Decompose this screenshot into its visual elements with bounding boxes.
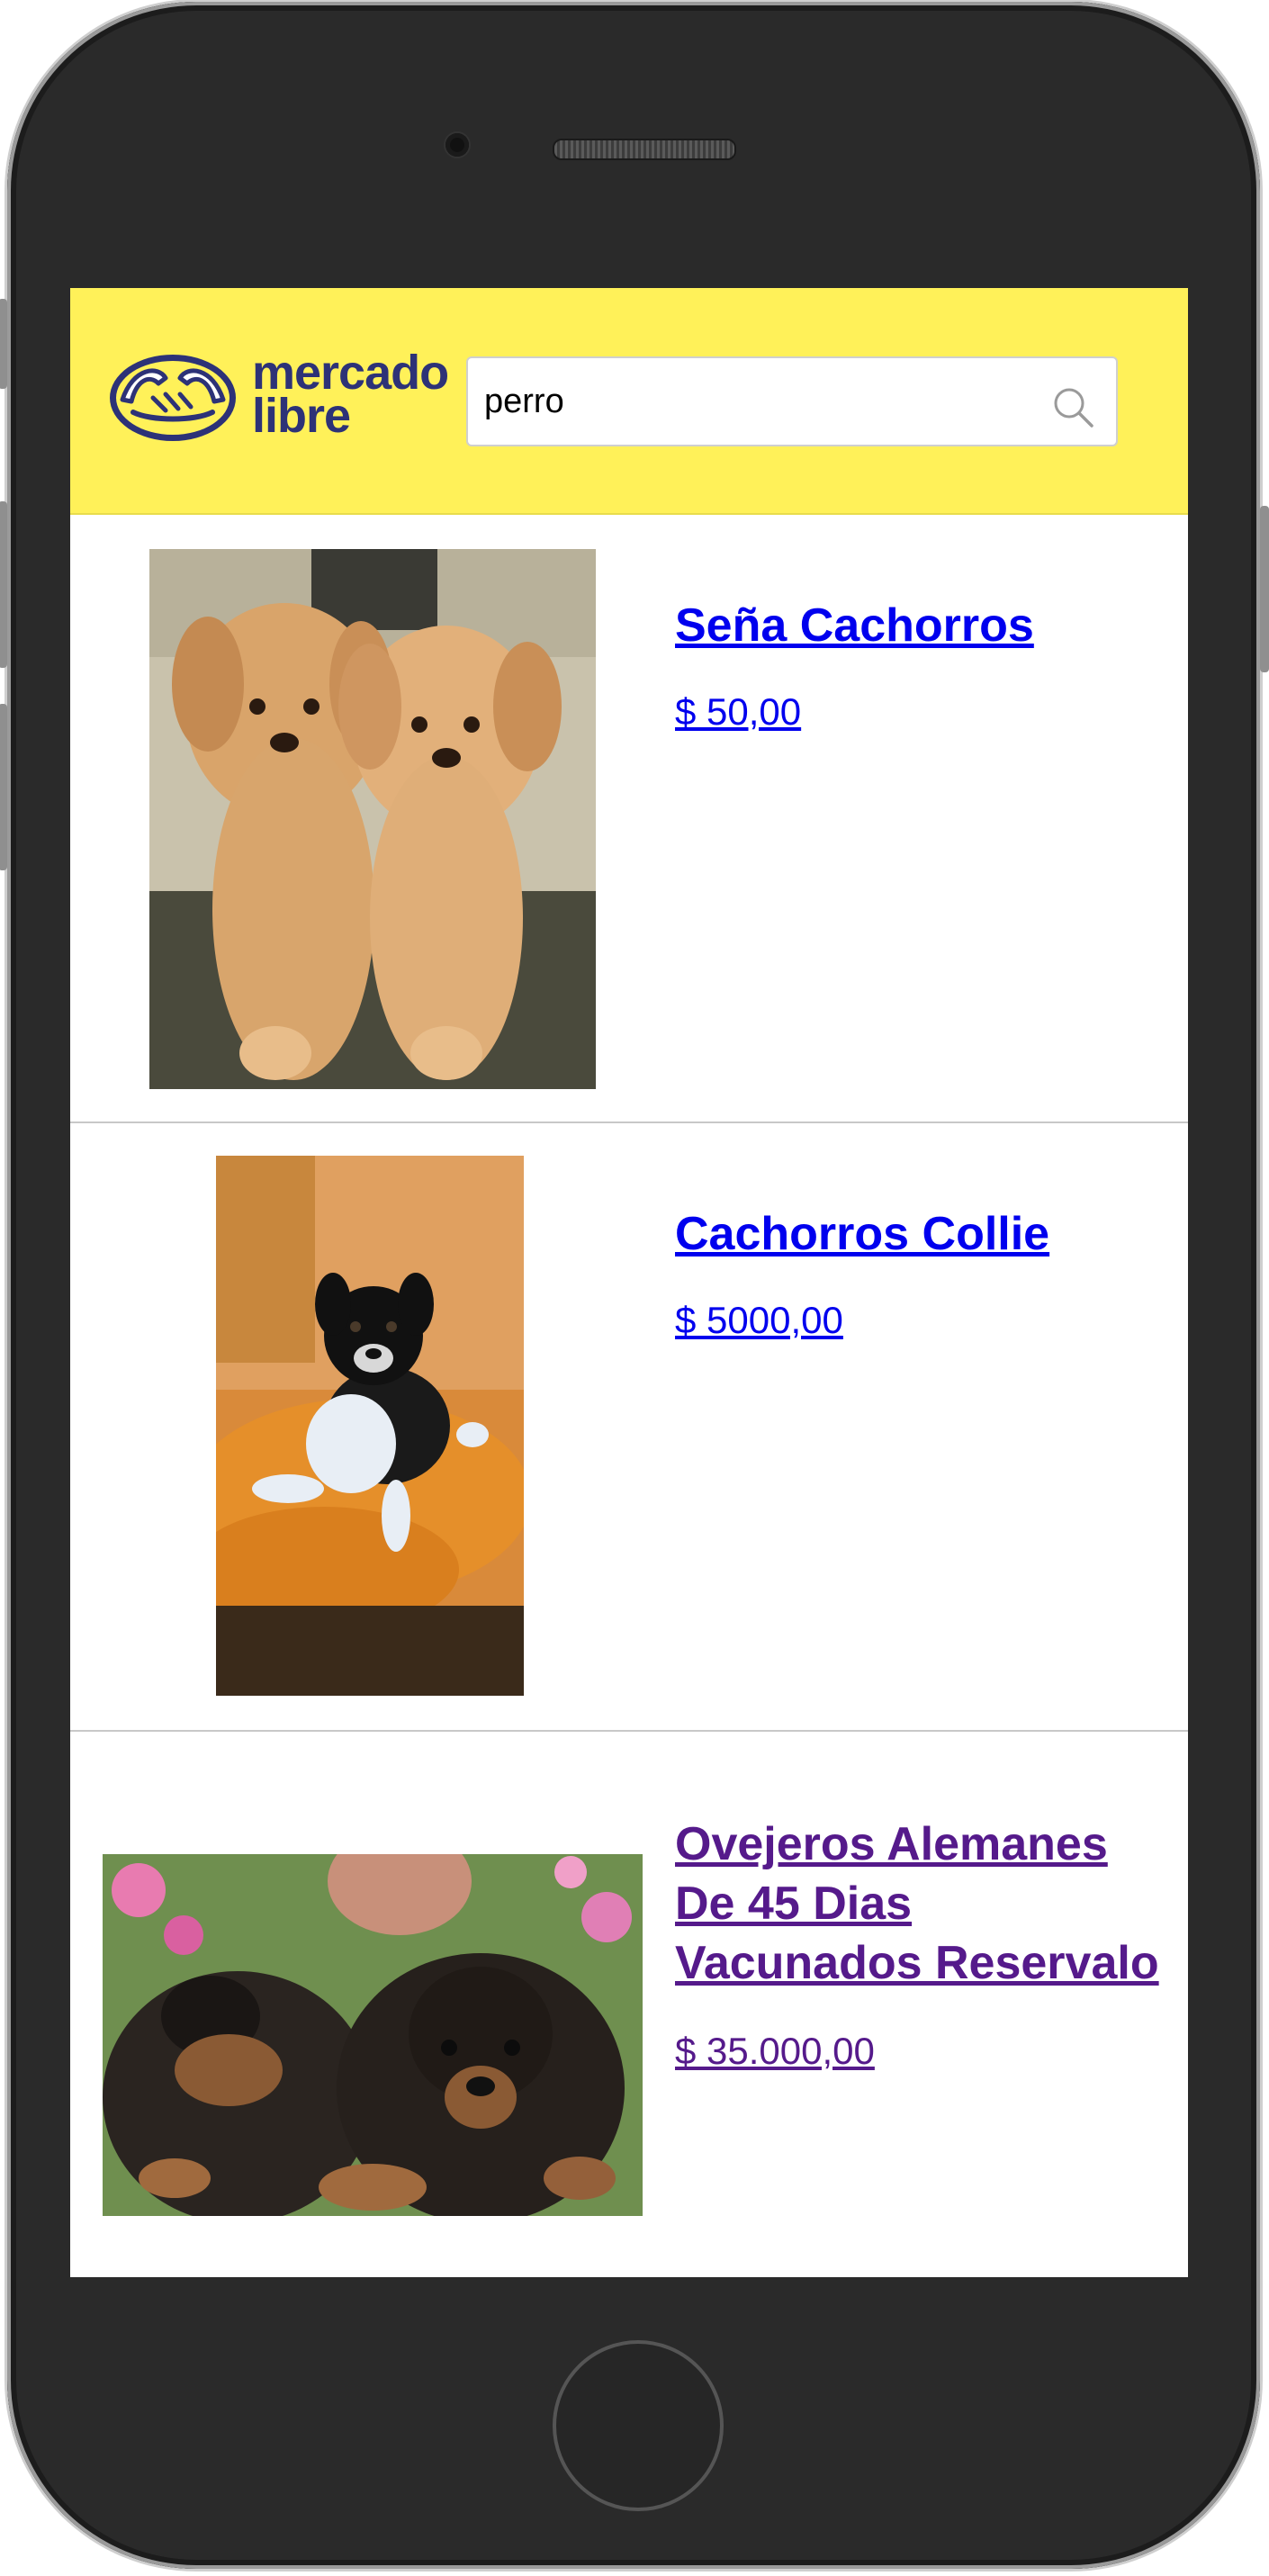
handshake-logo-icon bbox=[110, 355, 236, 441]
result-thumbnail[interactable] bbox=[103, 1854, 643, 2216]
volume-up-button bbox=[0, 501, 7, 668]
volume-down-button bbox=[0, 704, 7, 870]
result-thumbnail[interactable] bbox=[149, 549, 596, 1089]
earpiece-speaker bbox=[553, 139, 736, 160]
result-item[interactable]: Seña Cachorros $ 50,00 bbox=[70, 515, 1188, 1123]
logo-line-1: mercado bbox=[252, 346, 449, 400]
result-title-link[interactable]: Seña Cachorros bbox=[675, 596, 1161, 655]
result-item[interactable]: Ovejeros Alemanes De 45 Dias Vacunados R… bbox=[70, 1732, 1188, 2277]
mercadolibre-logo[interactable]: mercado libre bbox=[106, 344, 466, 452]
home-button[interactable] bbox=[553, 2340, 724, 2511]
device-stage: mercado libre perro Seña Cachorros $ 50,… bbox=[0, 0, 1269, 2576]
result-title-link[interactable]: Cachorros Collie bbox=[675, 1204, 1161, 1264]
result-price-link[interactable]: $ 5000,00 bbox=[675, 1298, 843, 1343]
search-box bbox=[466, 356, 1118, 446]
front-camera bbox=[446, 133, 469, 157]
logo-wordmark: mercado libre bbox=[252, 346, 449, 443]
search-icon[interactable] bbox=[1051, 385, 1096, 430]
result-title-link[interactable]: Ovejeros Alemanes De 45 Dias Vacunados R… bbox=[675, 1815, 1161, 1993]
result-price-link[interactable]: $ 35.000,00 bbox=[675, 2029, 875, 2074]
result-item[interactable]: Cachorros Collie $ 5000,00 bbox=[70, 1123, 1188, 1732]
golden-retriever-puppies-photo bbox=[149, 549, 596, 1089]
result-thumbnail[interactable] bbox=[216, 1156, 524, 1696]
site-header: mercado libre bbox=[70, 288, 1188, 515]
power-button bbox=[1260, 506, 1269, 672]
result-price-link[interactable]: $ 50,00 bbox=[675, 689, 801, 734]
german-shepherd-puppies-photo bbox=[103, 1854, 643, 2216]
phone-screen: mercado libre perro Seña Cachorros $ 50,… bbox=[70, 288, 1188, 2277]
mute-switch bbox=[0, 299, 7, 389]
search-input[interactable] bbox=[484, 358, 1024, 445]
logo-line-2: libre bbox=[252, 389, 351, 443]
collie-puppy-photo bbox=[216, 1156, 524, 1696]
